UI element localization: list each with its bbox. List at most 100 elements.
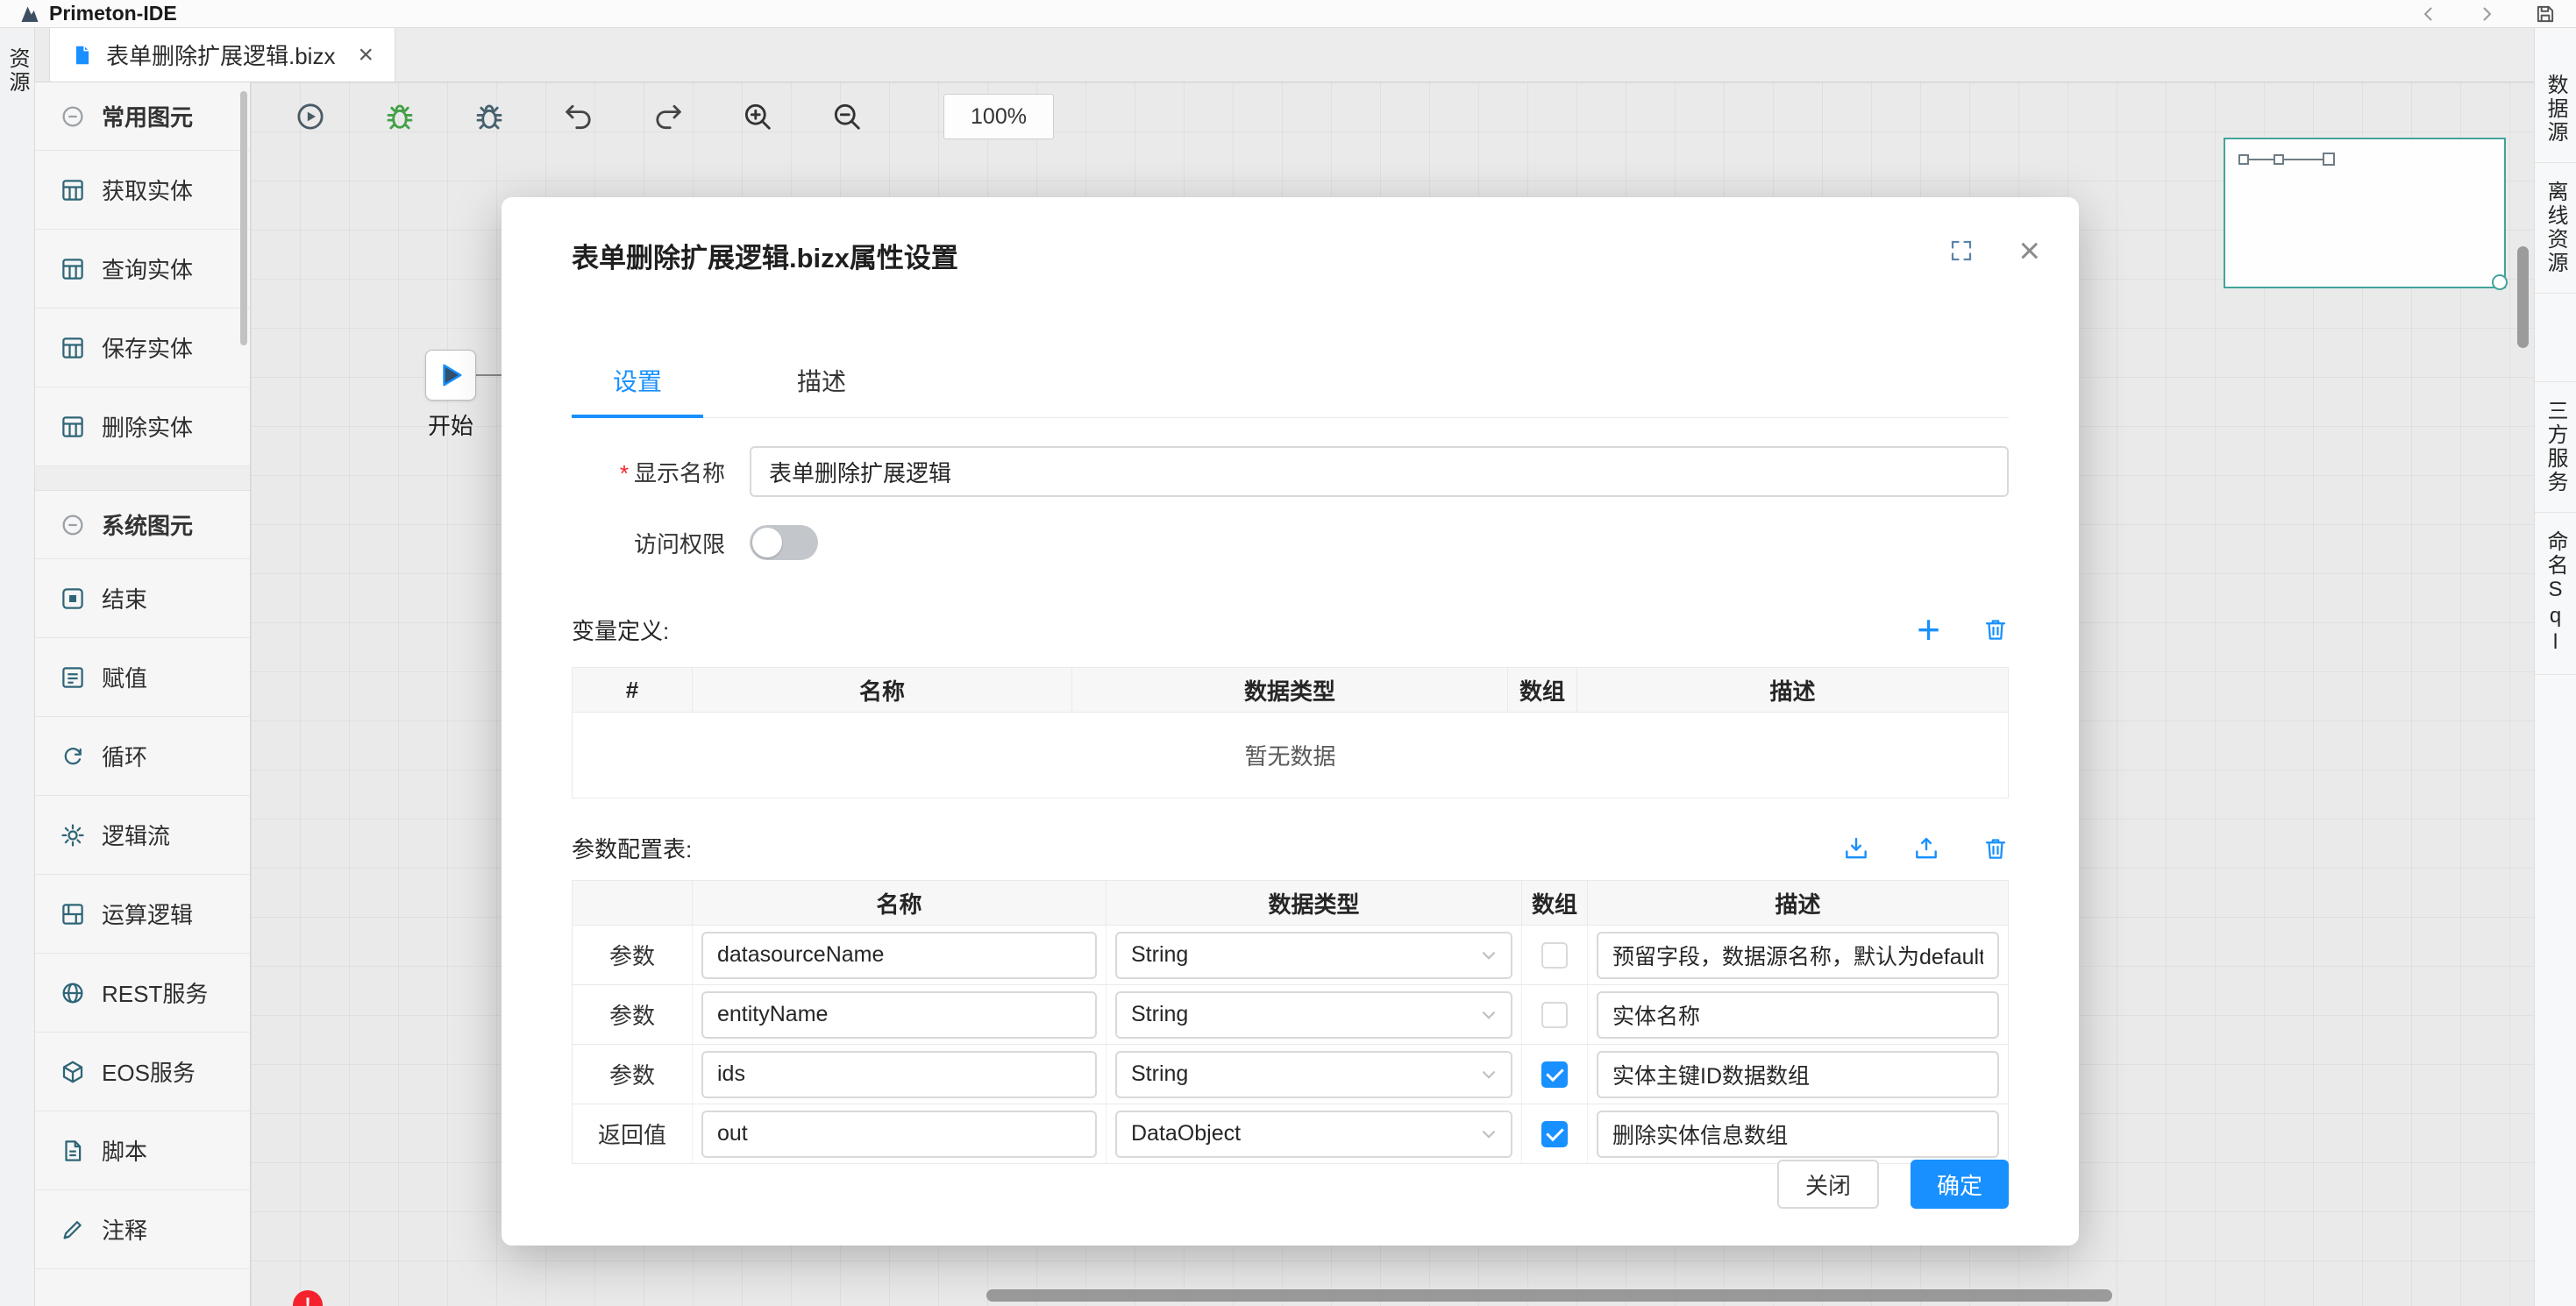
params-actions [1842,834,2009,862]
param-array-checkbox[interactable] [1541,942,1568,969]
param-desc-input[interactable] [1597,1111,1999,1158]
param-desc-input[interactable] [1597,991,1999,1039]
minimap-resize-handle[interactable] [2492,274,2508,290]
test-debug-button[interactable] [472,99,507,134]
titlebar: Primeton-IDE [0,0,2576,28]
palette-item-end[interactable]: 结束 [35,559,250,638]
palette-item-loop[interactable]: 循环 [35,717,250,796]
right-rail-tab-named-sql[interactable]: 命名Sql [2535,513,2576,675]
param-type-select[interactable]: DataObject [1115,1111,1512,1158]
import-icon[interactable] [1842,834,1870,862]
variables-table-header: # 名称 数据类型 数组 描述 [573,668,2008,712]
param-array-checkbox[interactable] [1541,1121,1568,1147]
param-desc-input[interactable] [1597,932,1999,979]
play-icon [435,359,466,391]
variables-table: # 名称 数据类型 数组 描述 暂无数据 [572,667,2009,799]
palette-item-save-entity[interactable]: 保存实体 [35,309,250,387]
right-rail-tab-third-party-services[interactable]: 三方服务 [2535,381,2576,513]
param-desc-input[interactable] [1597,1051,1999,1098]
param-name-input[interactable] [701,1051,1097,1098]
access-row: 访问权限 [572,525,2009,560]
zoom-level[interactable]: 100% [943,94,1054,139]
required-mark: * [620,460,629,486]
param-type-select[interactable]: String [1115,1051,1512,1098]
minimap[interactable] [2224,138,2506,288]
palette-item-get-entity[interactable]: 获取实体 [35,151,250,230]
dialog-tab-settings[interactable]: 设置 [572,363,703,417]
entity-grid-icon [60,177,86,203]
palette-item-label: 查询实体 [102,252,193,285]
right-rail-tab-datasource[interactable]: 数据源 [2535,56,2576,163]
assign-icon [60,664,86,691]
column-header-array: 数组 [1522,881,1588,925]
access-toggle[interactable] [750,525,818,560]
dialog-tab-description[interactable]: 描述 [756,363,887,417]
zoom-in-button[interactable] [740,99,775,134]
palette-section-common[interactable]: 常用图元 [35,82,250,151]
nav-back-icon[interactable] [2418,4,2439,25]
param-name-input[interactable] [701,1111,1097,1158]
palette-item-delete-entity[interactable]: 删除实体 [35,387,250,466]
column-header-desc: 描述 [1577,668,2008,712]
display-name-input[interactable] [750,446,2009,497]
param-array-checkbox[interactable] [1541,1061,1568,1088]
param-type-select[interactable]: String [1115,932,1512,979]
vertical-scrollbar[interactable] [2517,246,2529,348]
run-button[interactable] [293,99,328,134]
palette-item-rest-service[interactable]: REST服务 [35,954,250,1033]
palette-section-system[interactable]: 系统图元 [35,491,250,559]
right-rail-tab-label: 三方服务 [2540,400,2571,494]
dialog-close-icon[interactable]: × [2018,232,2040,269]
param-name-input[interactable] [701,991,1097,1039]
column-header-desc: 描述 [1588,881,2008,925]
add-variable-icon[interactable]: + [1917,609,1940,649]
undo-button[interactable] [561,99,596,134]
horizontal-scrollbar[interactable] [986,1289,2112,1302]
zoom-out-button[interactable] [829,99,865,134]
variables-section-header: 变量定义: + [572,609,2009,649]
nav-forward-icon[interactable] [2476,4,2497,25]
param-array-checkbox[interactable] [1541,1002,1568,1028]
globe-icon [60,980,86,1006]
left-rail-tab-resources[interactable]: 资源 [2,47,32,101]
column-header-name: 名称 [693,668,1072,712]
palette-scrollbar[interactable] [240,91,247,345]
zoom-in-icon [741,100,774,133]
variables-title: 变量定义: [572,614,669,646]
palette-sidebar: 常用图元 获取实体 查询实体 保存实体 [35,82,251,1306]
right-rail: 数据源 离线资源 三方服务 命名Sql [2534,28,2576,1306]
palette-item-eos-service[interactable]: EOS服务 [35,1033,250,1111]
error-badge[interactable]: ! [293,1290,323,1306]
palette-item-script[interactable]: 脚本 [35,1111,250,1190]
param-kind: 参数 [573,926,693,984]
palette-item-assign[interactable]: 赋值 [35,638,250,717]
minimap-flow-preview [2238,148,2369,171]
palette-section-gap [35,466,250,491]
param-type-select[interactable]: String [1115,991,1512,1039]
palette-item-operation-logic[interactable]: 运算逻辑 [35,875,250,954]
start-node[interactable] [425,350,476,401]
param-name-input[interactable] [701,932,1097,979]
export-icon[interactable] [1912,834,1940,862]
tab-close-icon[interactable]: × [358,42,374,68]
editor-tab-active[interactable]: 表单删除扩展逻辑.bizx × [49,28,395,82]
column-header-array: 数组 [1508,668,1577,712]
entity-grid-icon [60,335,86,361]
palette-item-logic-flow[interactable]: 逻辑流 [35,796,250,875]
right-rail-tab-offline-resources[interactable]: 离线资源 [2535,163,2576,294]
palette-item-comment[interactable]: 注释 [35,1190,250,1269]
entity-grid-icon [60,414,86,440]
delete-param-icon[interactable] [1982,835,2009,862]
param-kind: 返回值 [573,1104,693,1163]
close-button[interactable]: 关闭 [1777,1160,1879,1209]
palette-item-query-entity[interactable]: 查询实体 [35,230,250,309]
fullscreen-icon[interactable] [1948,238,1975,264]
save-icon[interactable] [2534,3,2557,25]
delete-variable-icon[interactable] [1982,616,2009,642]
ok-button[interactable]: 确定 [1911,1160,2009,1209]
editor-tabbar: 表单删除扩展逻辑.bizx × [35,28,2534,82]
palette-item-label: EOS服务 [102,1055,196,1088]
debug-button[interactable] [382,99,417,134]
redo-button[interactable] [651,99,686,134]
param-type-value: String [1131,1061,1188,1087]
